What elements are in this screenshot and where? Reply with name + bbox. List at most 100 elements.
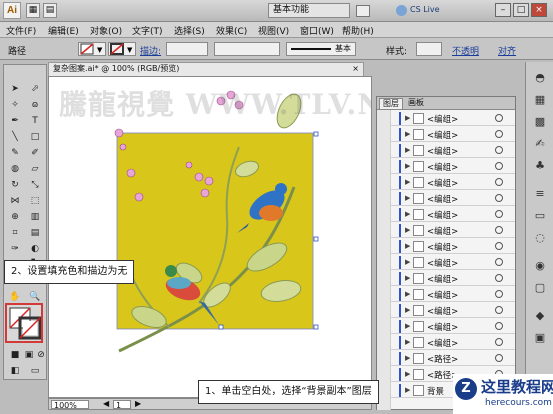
- expand-triangle-icon[interactable]: ▶: [405, 354, 410, 362]
- expand-triangle-icon[interactable]: ▶: [405, 370, 410, 378]
- expand-triangle-icon[interactable]: ▶: [405, 178, 410, 186]
- layer-row[interactable]: ▶ <编组>: [377, 191, 515, 206]
- graphic-style-swatch[interactable]: [416, 42, 442, 56]
- artboards-panel-icon[interactable]: ▣: [531, 330, 549, 346]
- pencil-icon[interactable]: ✐: [28, 147, 42, 159]
- brush-definition[interactable]: 基本: [286, 42, 356, 56]
- blob-brush-icon[interactable]: ◍: [8, 163, 22, 175]
- transparency-icon[interactable]: ◌: [531, 230, 549, 246]
- align-label[interactable]: 对齐: [498, 44, 516, 57]
- menu-type[interactable]: 文字(T): [132, 24, 163, 37]
- maximize-icon[interactable]: □: [513, 3, 529, 17]
- layer-row[interactable]: ▶ <编组>: [377, 287, 515, 302]
- line-tool-icon[interactable]: ╲: [8, 131, 22, 143]
- perspective-grid-icon[interactable]: ▥: [28, 211, 42, 223]
- gradient-tool-icon[interactable]: ▤: [28, 227, 42, 239]
- menu-help[interactable]: 帮助(H): [342, 24, 374, 37]
- target-circle-icon[interactable]: [495, 290, 503, 298]
- eraser-icon[interactable]: ▱: [28, 163, 42, 175]
- rectangle-tool-icon[interactable]: □: [28, 131, 42, 143]
- swatches-icon[interactable]: ▩: [531, 114, 549, 130]
- expand-triangle-icon[interactable]: ▶: [405, 146, 410, 154]
- zoom-field[interactable]: 100%: [51, 400, 89, 410]
- expand-triangle-icon[interactable]: ▶: [405, 130, 410, 138]
- document-canvas[interactable]: 騰龍視覺 WWW.TLV.NET: [48, 76, 372, 398]
- document-tab[interactable]: 复杂图案.ai* @ 100% (RGB/预览) ×: [48, 62, 364, 76]
- tab-artboards[interactable]: 画板: [405, 98, 427, 109]
- selection-tool-icon[interactable]: ➤: [8, 83, 22, 95]
- layer-row[interactable]: ▶ <编组>: [377, 319, 515, 334]
- target-circle-icon[interactable]: [495, 130, 503, 138]
- minimize-icon[interactable]: –: [495, 3, 511, 17]
- menu-select[interactable]: 选择(S): [174, 24, 205, 37]
- bridge-icon[interactable]: ▦: [26, 3, 40, 18]
- close-tab-icon[interactable]: ×: [352, 63, 359, 75]
- target-circle-icon[interactable]: [495, 146, 503, 154]
- layer-row[interactable]: ▶ <编组>: [377, 175, 515, 190]
- target-circle-icon[interactable]: [495, 322, 503, 330]
- mesh-tool-icon[interactable]: ⌗: [8, 227, 22, 239]
- layers-panel-icon[interactable]: ◆: [531, 308, 549, 324]
- appearance-icon[interactable]: ◉: [531, 258, 549, 274]
- target-circle-icon[interactable]: [495, 242, 503, 250]
- symbols-icon[interactable]: ♣: [531, 158, 549, 174]
- target-circle-icon[interactable]: [495, 194, 503, 202]
- gradient-panel-icon[interactable]: ▭: [531, 208, 549, 224]
- zoom-tool-icon[interactable]: 🔍: [28, 291, 42, 303]
- expand-triangle-icon[interactable]: ▶: [405, 194, 410, 202]
- pen-tool-icon[interactable]: ✒: [8, 115, 22, 127]
- target-circle-icon[interactable]: [495, 114, 503, 122]
- expand-triangle-icon[interactable]: ▶: [405, 114, 410, 122]
- target-circle-icon[interactable]: [495, 162, 503, 170]
- layer-row[interactable]: ▶ <编组>: [377, 223, 515, 238]
- stroke-panel-icon[interactable]: ≡: [531, 186, 549, 202]
- layer-row[interactable]: ▶ <编组>: [377, 255, 515, 270]
- target-circle-icon[interactable]: [495, 178, 503, 186]
- workspace-switcher[interactable]: 基本功能: [268, 3, 350, 18]
- cs-live-button[interactable]: CS Live: [410, 5, 440, 14]
- expand-triangle-icon[interactable]: ▶: [405, 338, 410, 346]
- layer-row[interactable]: ▶ <编组>: [377, 271, 515, 286]
- free-transform-icon[interactable]: ⬚: [28, 195, 42, 207]
- fill-stroke-widget[interactable]: [5, 303, 43, 343]
- target-circle-icon[interactable]: [495, 338, 503, 346]
- layer-row[interactable]: ▶ <编组>: [377, 159, 515, 174]
- layer-row[interactable]: ▶ <编组>: [377, 127, 515, 142]
- color-panel-icon[interactable]: ◓: [531, 70, 549, 86]
- color-mode-icon[interactable]: ■: [8, 349, 22, 361]
- arrange-icon[interactable]: ▤: [43, 3, 57, 18]
- target-circle-icon[interactable]: [495, 258, 503, 266]
- target-circle-icon[interactable]: [495, 306, 503, 314]
- expand-triangle-icon[interactable]: ▶: [405, 226, 410, 234]
- graphic-styles-icon[interactable]: ▢: [531, 280, 549, 296]
- expand-triangle-icon[interactable]: ▶: [405, 322, 410, 330]
- next-page-icon[interactable]: ▶: [135, 399, 141, 408]
- width-tool-icon[interactable]: ⋈: [8, 195, 22, 207]
- draw-mode-icon[interactable]: ◧: [8, 365, 22, 377]
- page-field[interactable]: 1: [113, 400, 131, 410]
- stroke-label[interactable]: 描边:: [140, 44, 161, 57]
- target-circle-icon[interactable]: [495, 210, 503, 218]
- paintbrush-icon[interactable]: ✎: [8, 147, 22, 159]
- color-guide-icon[interactable]: ▦: [531, 92, 549, 108]
- direct-selection-tool-icon[interactable]: ⬀: [28, 83, 42, 95]
- target-circle-icon[interactable]: [495, 226, 503, 234]
- lasso-icon[interactable]: ɷ: [28, 99, 42, 111]
- expand-triangle-icon[interactable]: ▶: [405, 386, 410, 394]
- opacity-label[interactable]: 不透明: [452, 44, 479, 57]
- menu-file[interactable]: 文件(F): [6, 24, 36, 37]
- expand-triangle-icon[interactable]: ▶: [405, 306, 410, 314]
- target-circle-icon[interactable]: [495, 354, 503, 362]
- layer-row[interactable]: ▶ <编组>: [377, 143, 515, 158]
- layer-row[interactable]: ▶ <路径>: [377, 351, 515, 366]
- search-icon[interactable]: [356, 5, 370, 17]
- expand-triangle-icon[interactable]: ▶: [405, 162, 410, 170]
- layer-row[interactable]: ▶ <编组>: [377, 303, 515, 318]
- stroke-weight-field[interactable]: [166, 42, 208, 56]
- expand-triangle-icon[interactable]: ▶: [405, 242, 410, 250]
- expand-triangle-icon[interactable]: ▶: [405, 210, 410, 218]
- variable-width-profile[interactable]: [214, 42, 280, 56]
- menu-view[interactable]: 视图(V): [258, 24, 289, 37]
- fill-swatch[interactable]: ▼: [78, 42, 106, 56]
- scale-tool-icon[interactable]: ⤡: [28, 179, 42, 191]
